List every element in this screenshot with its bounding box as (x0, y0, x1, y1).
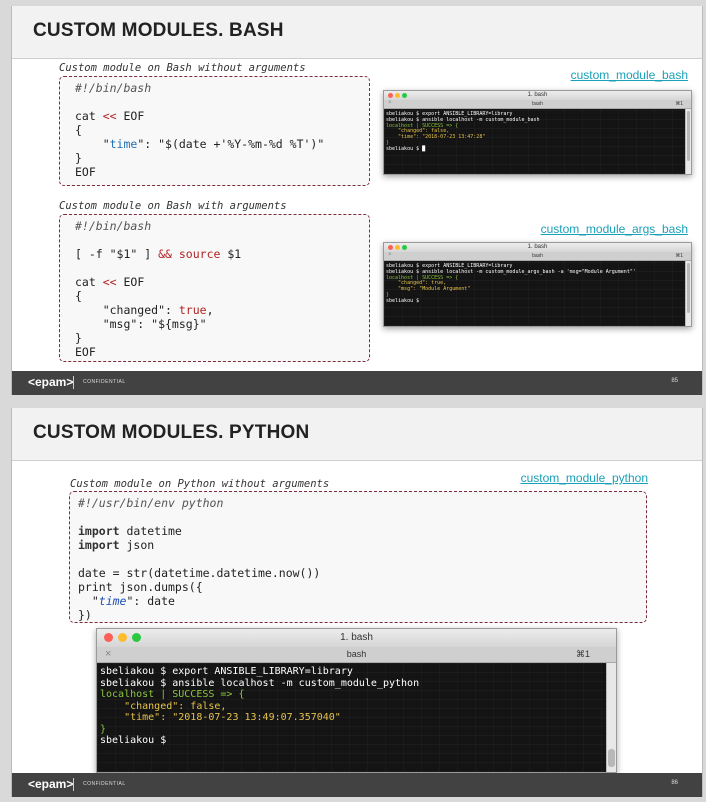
slide-header: CUSTOM MODULES. PYTHON (12, 408, 702, 461)
slide-bash: CUSTOM MODULES. BASH Custom module on Ba… (11, 6, 703, 395)
output-line: "msg": "Module Argument" (386, 286, 471, 293)
terminal-window: 1. bash × bash ⌘1 sbeliakou $ export ANS… (96, 628, 617, 773)
output-line: sbeliakou $ export ANSIBLE_LIBRARY=libra… (100, 666, 353, 677)
terminal-title: 1. bash (527, 92, 548, 98)
output-line: sbeliakou $ (100, 735, 167, 746)
output-line: localhost | SUCCESS => { (100, 689, 245, 700)
terminal-window: 1. bash × bash ⌘1 sbeliakou $ export ANS… (383, 90, 692, 175)
code-caption: Custom module on Bash with arguments (59, 200, 287, 212)
code-block-python: #!/usr/bin/env python import datetime im… (69, 491, 647, 623)
slide-python: CUSTOM MODULES. PYTHON Custom module on … (11, 408, 703, 797)
output-line: } (100, 723, 107, 735)
terminal-tab[interactable]: × bash ⌘1 (384, 100, 691, 109)
terminal-window: 1. bash × bash ⌘1 sbeliakou $ export ANS… (383, 242, 692, 327)
module-link[interactable]: custom_module_python (521, 471, 648, 485)
confidential-label: CONFIDENTIAL (83, 379, 126, 385)
slide-title: CUSTOM MODULES. PYTHON (33, 422, 310, 443)
output-line: sbeliakou $ ansible localhost -m custom_… (100, 677, 420, 689)
output-line: sbeliakou $ (386, 297, 420, 304)
terminal-titlebar: 1. bash (97, 629, 616, 648)
page-number: 85 (671, 378, 678, 384)
code-caption: Custom module on Python without argument… (70, 478, 330, 490)
terminal-title: 1. bash (340, 632, 373, 643)
terminal-tab[interactable]: × bash ⌘1 (97, 647, 616, 663)
output-line: "time": "2018-07-23 13:47:28" (386, 134, 486, 141)
output-line: "changed": false, (100, 700, 227, 712)
footer-divider (73, 778, 74, 791)
output-line: sbeliakou $ █ (386, 145, 426, 152)
terminal-output: sbeliakou $ export ANSIBLE_LIBRARY=libra… (384, 109, 691, 174)
terminal-tab[interactable]: × bash ⌘1 (384, 252, 691, 261)
slide-header: CUSTOM MODULES. BASH (12, 6, 702, 59)
terminal-output: sbeliakou $ export ANSIBLE_LIBRARY=libra… (97, 663, 616, 772)
terminal-title: 1. bash (527, 244, 548, 250)
epam-logo: <epam> (28, 375, 74, 389)
terminal-output: sbeliakou $ export ANSIBLE_LIBRARY=libra… (384, 261, 691, 326)
module-link[interactable]: custom_module_args_bash (541, 222, 688, 236)
code-caption: Custom module on Bash without arguments (59, 62, 306, 74)
terminal-scrollbar[interactable] (606, 663, 616, 772)
code-block-bash-args: #!/bin/bash [ -f "$1" ] && source $1 cat… (59, 214, 370, 362)
module-link[interactable]: custom_module_bash (571, 68, 688, 82)
slide-footer: <epam> CONFIDENTIAL 86 (12, 773, 702, 797)
epam-logo: <epam> (28, 777, 74, 791)
slide-footer: <epam> CONFIDENTIAL 85 (12, 371, 702, 395)
slide-title: CUSTOM MODULES. BASH (33, 20, 284, 41)
terminal-scrollbar[interactable] (685, 261, 691, 326)
terminal-scrollbar[interactable] (685, 109, 691, 174)
confidential-label: CONFIDENTIAL (83, 781, 126, 787)
code-block-bash-no-args: #!/bin/bash cat << EOF { "time": "$(date… (59, 76, 370, 186)
output-line: "time": "2018-07-23 13:49:07.357040" (100, 712, 341, 723)
page-number: 86 (671, 780, 678, 786)
footer-divider (73, 376, 74, 389)
